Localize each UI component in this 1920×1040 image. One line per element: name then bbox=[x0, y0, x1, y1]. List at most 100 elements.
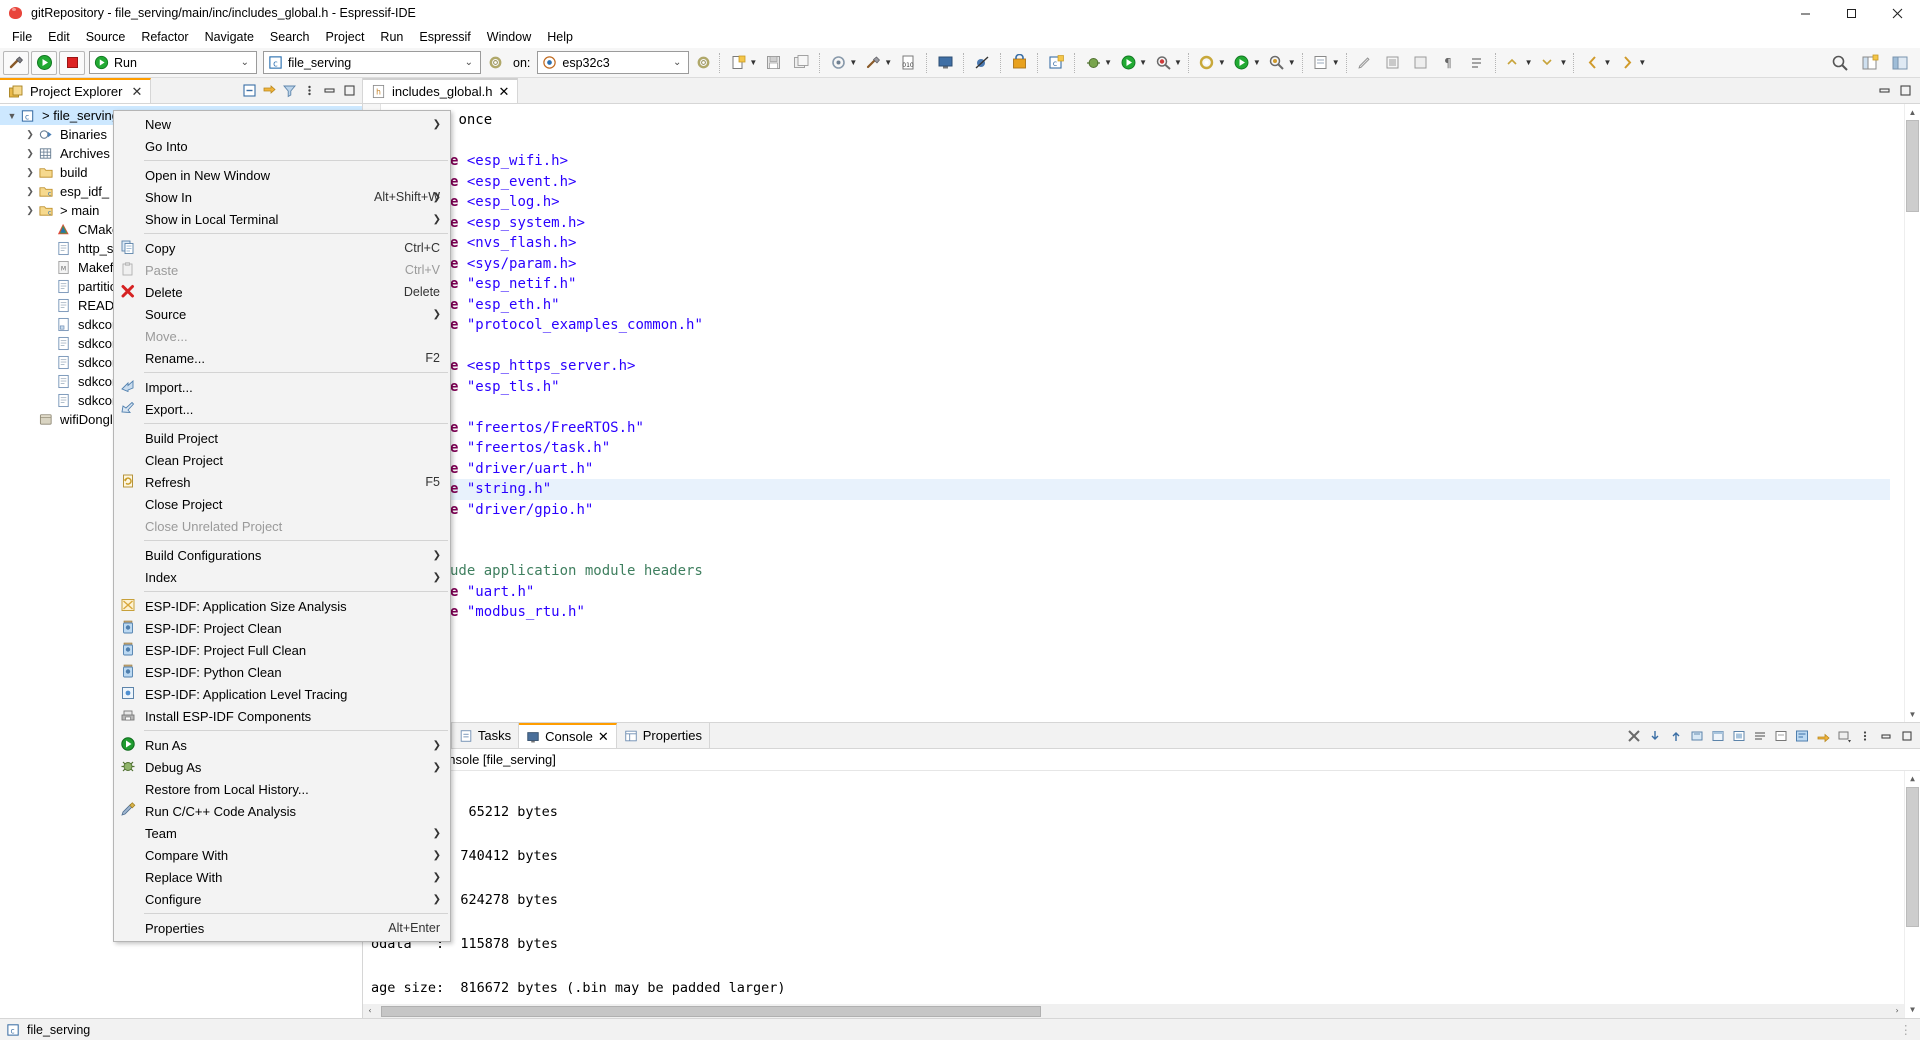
code-line[interactable]: #include <nvs_flash.h> bbox=[387, 233, 1920, 254]
run-configs-button[interactable] bbox=[1229, 51, 1255, 75]
code-line[interactable] bbox=[387, 397, 1920, 418]
word-wrap-icon[interactable] bbox=[1792, 726, 1811, 745]
run-button[interactable] bbox=[31, 50, 57, 75]
profile-dropdown-icon[interactable]: ▼ bbox=[1174, 58, 1182, 67]
minimize-view-icon[interactable] bbox=[320, 82, 338, 100]
scroll-left-icon[interactable]: ‹ bbox=[363, 1000, 377, 1018]
run-configs-dropdown-icon[interactable]: ▼ bbox=[1253, 58, 1261, 67]
open-type-dropdown-icon[interactable]: ▼ bbox=[1332, 58, 1340, 67]
status-resize-grip[interactable]: ⋮ bbox=[1900, 1022, 1913, 1037]
menu-item-index[interactable]: Index ❯ bbox=[114, 566, 450, 588]
build-all-dropdown-icon[interactable]: ▼ bbox=[849, 58, 857, 67]
console-horizontal-scrollbar[interactable]: ‹ › bbox=[363, 1004, 1904, 1018]
menu-window[interactable]: Window bbox=[479, 28, 539, 46]
back-button[interactable] bbox=[1579, 51, 1605, 75]
menu-item-build-configurations[interactable]: Build Configurations ❯ bbox=[114, 544, 450, 566]
open-perspective-icon[interactable] bbox=[1857, 51, 1883, 75]
next-annotation-dropdown-icon[interactable]: ▼ bbox=[1560, 58, 1568, 67]
menu-source[interactable]: Source bbox=[78, 28, 134, 46]
code-line[interactable]: #include <esp_system.h> bbox=[387, 213, 1920, 234]
close-icon[interactable]: ✕ bbox=[131, 84, 142, 100]
open-type-button[interactable] bbox=[1308, 51, 1334, 75]
console-dropdown-icon[interactable] bbox=[1834, 726, 1853, 745]
menu-navigate[interactable]: Navigate bbox=[197, 28, 262, 46]
code-line[interactable]: #include <esp_event.h> bbox=[387, 172, 1920, 193]
code-line[interactable]: #include "esp_tls.h" bbox=[387, 377, 1920, 398]
scroll-up-icon[interactable]: ▲ bbox=[1905, 771, 1920, 787]
code-line[interactable]: #include "string.h" bbox=[387, 479, 1920, 500]
maximize-button[interactable] bbox=[1828, 0, 1874, 26]
menu-help[interactable]: Help bbox=[539, 28, 581, 46]
new-wizard-dropdown-icon[interactable]: ▼ bbox=[749, 58, 757, 67]
code-line[interactable]: #include "freertos/FreeRTOS.h" bbox=[387, 418, 1920, 439]
flash-button[interactable] bbox=[1006, 51, 1032, 75]
stop-button[interactable] bbox=[59, 50, 85, 75]
menu-item-run-c-c-code-analysis[interactable]: Run C/C++ Code Analysis bbox=[114, 800, 450, 822]
menu-item-close-project[interactable]: Close Project bbox=[114, 493, 450, 515]
overview-ruler[interactable] bbox=[1890, 104, 1904, 722]
menu-item-rename[interactable]: Rename... F2 bbox=[114, 347, 450, 369]
pin-console-icon[interactable] bbox=[1729, 726, 1748, 745]
quick-access-search-icon[interactable] bbox=[1827, 51, 1853, 75]
debug-dropdown-icon[interactable]: ▼ bbox=[1104, 58, 1112, 67]
menu-item-esp-idf-project-full-clean[interactable]: ESP-IDF: Project Full Clean bbox=[114, 639, 450, 661]
console-scroll-thumb[interactable] bbox=[1906, 787, 1919, 927]
external-tools-button[interactable] bbox=[1194, 51, 1220, 75]
chevron-down-icon[interactable]: ⌄ bbox=[236, 57, 254, 68]
code-line[interactable]: #include "driver/uart.h" bbox=[387, 459, 1920, 480]
menu-file[interactable]: File bbox=[4, 28, 40, 46]
menu-espressif[interactable]: Espressif bbox=[411, 28, 478, 46]
code-line[interactable]: #include "freertos/task.h" bbox=[387, 438, 1920, 459]
scroll-down-icon[interactable]: ▼ bbox=[1905, 1002, 1920, 1018]
menu-item-run-as[interactable]: Run As ❯ bbox=[114, 734, 450, 756]
skip-breakpoints-button[interactable] bbox=[969, 51, 995, 75]
build-hammer-dropdown-icon[interactable]: ▼ bbox=[884, 58, 892, 67]
code-line[interactable] bbox=[387, 520, 1920, 541]
show-source-quickdiff-button[interactable] bbox=[1464, 51, 1490, 75]
menu-item-esp-idf-application-level-tracing[interactable]: ESP-IDF: Application Level Tracing bbox=[114, 683, 450, 705]
menu-item-debug-as[interactable]: Debug As ❯ bbox=[114, 756, 450, 778]
console-output[interactable]: ext size: 65212 bytes sh size : 740412 b… bbox=[363, 771, 1920, 1018]
code-line[interactable]: #include "esp_eth.h" bbox=[387, 295, 1920, 316]
scroll-up-icon[interactable]: ▲ bbox=[1905, 104, 1920, 120]
tab-includes-global-h[interactable]: h includes_global.h ✕ bbox=[363, 78, 519, 103]
menu-run[interactable]: Run bbox=[372, 28, 411, 46]
menu-item-properties[interactable]: Properties Alt+Enter bbox=[114, 917, 450, 939]
view-filter-icon[interactable] bbox=[280, 82, 298, 100]
menu-item-team[interactable]: Team ❯ bbox=[114, 822, 450, 844]
menu-item-import[interactable]: Import... bbox=[114, 376, 450, 398]
menu-item-esp-idf-python-clean[interactable]: ESP-IDF: Python Clean bbox=[114, 661, 450, 683]
link-with-editor-icon[interactable] bbox=[260, 82, 278, 100]
menu-refactor[interactable]: Refactor bbox=[133, 28, 196, 46]
menu-project[interactable]: Project bbox=[318, 28, 373, 46]
previous-annotation-dropdown-icon[interactable]: ▼ bbox=[1525, 58, 1533, 67]
debug-button[interactable] bbox=[1080, 51, 1106, 75]
close-icon[interactable]: ✕ bbox=[598, 729, 609, 745]
menu-item-esp-idf-application-size-analysis[interactable]: ESP-IDF: Application Size Analysis bbox=[114, 595, 450, 617]
save-button[interactable] bbox=[760, 51, 786, 75]
code-line[interactable]: #include "protocol_examples_common.h" bbox=[387, 315, 1920, 336]
clear-console-icon[interactable] bbox=[1687, 726, 1706, 745]
code-text-area[interactable]: #pragma once #include <esp_wifi.h>#inclu… bbox=[381, 104, 1920, 722]
menu-item-refresh[interactable]: Refresh F5 bbox=[114, 471, 450, 493]
next-annotation-button[interactable] bbox=[1536, 51, 1562, 75]
search-tool-dropdown-icon[interactable]: ▼ bbox=[1288, 58, 1296, 67]
perspective-cdt-icon[interactable] bbox=[1887, 51, 1913, 75]
minimize-view-icon[interactable] bbox=[1876, 726, 1895, 745]
view-menu-icon[interactable] bbox=[1855, 726, 1874, 745]
menu-item-restore-from-local-history[interactable]: Restore from Local History... bbox=[114, 778, 450, 800]
open-terminal-button[interactable] bbox=[932, 51, 958, 75]
back-dropdown-icon[interactable]: ▼ bbox=[1603, 58, 1611, 67]
tree-expander-icon[interactable]: ▼ bbox=[4, 111, 20, 121]
save-all-button[interactable] bbox=[788, 51, 814, 75]
open-console-icon[interactable] bbox=[1771, 726, 1790, 745]
code-line[interactable]: #include <esp_https_server.h> bbox=[387, 356, 1920, 377]
menu-item-show-in[interactable]: Show In Alt+Shift+W ❯ bbox=[114, 186, 450, 208]
display-selected-console-icon[interactable] bbox=[1750, 726, 1769, 745]
remove-launch-icon[interactable] bbox=[1645, 726, 1664, 745]
launch-target-settings-icon[interactable] bbox=[488, 55, 503, 70]
pencil-button[interactable] bbox=[1352, 51, 1378, 75]
build-all-button[interactable] bbox=[825, 51, 851, 75]
view-menu-icon[interactable] bbox=[300, 82, 318, 100]
external-tools-dropdown-icon[interactable]: ▼ bbox=[1218, 58, 1226, 67]
